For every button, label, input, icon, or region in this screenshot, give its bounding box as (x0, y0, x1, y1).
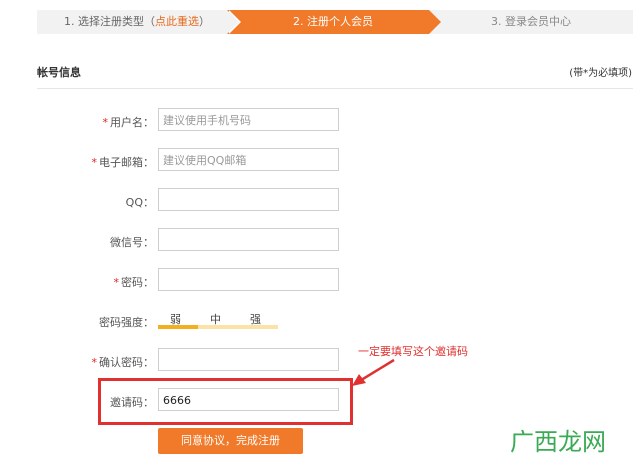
wechat-input[interactable] (158, 228, 339, 251)
password-strength-meter: 弱 中 强 (158, 311, 278, 329)
username-label: * 用户名： (36, 114, 155, 130)
wechat-label: 微信号： (110, 236, 154, 249)
username-input[interactable]: 建议使用手机号码 (158, 108, 339, 131)
agree-and-register-button[interactable]: 同意协议，完成注册 (158, 428, 303, 454)
strength-label: 密码强度： (99, 316, 154, 329)
confirm-password-label: * 确认密码： (36, 354, 155, 370)
section-divider (37, 88, 633, 89)
step-3: 3. 登录会员中心 (429, 10, 633, 34)
required-star: * (91, 356, 98, 369)
email-input[interactable]: 建议使用QQ邮箱 (158, 148, 339, 171)
annotation-arrow-icon (352, 358, 395, 386)
qq-label: QQ： (125, 196, 154, 209)
required-star: * (113, 276, 120, 289)
password-input[interactable] (158, 268, 339, 291)
email-label: * 电子邮箱： (36, 154, 155, 170)
section-title: 帐号信息 (37, 66, 81, 79)
username-label-text: 用户名： (110, 116, 154, 129)
invite-code-highlight (98, 378, 353, 425)
required-star: * (102, 116, 109, 129)
strength-bar-medium (198, 325, 238, 329)
qq-input[interactable] (158, 188, 339, 211)
confirm-password-input[interactable] (158, 348, 339, 371)
watermark: 广西龙网 (510, 428, 606, 456)
email-label-text: 电子邮箱： (99, 156, 154, 169)
password-label-text: 密码： (121, 276, 154, 289)
strength-bar-strong (238, 325, 278, 329)
step-1-suffix: ） (199, 15, 210, 28)
step-1: 1. 选择注册类型（点此重选） (37, 10, 237, 34)
step-arrow-1 (227, 10, 239, 34)
registration-steps: 1. 选择注册类型（点此重选） 2. 注册个人会员 3. 登录会员中心 (37, 10, 633, 34)
confirm-password-label-text: 确认密码： (99, 356, 154, 369)
strength-bar-weak (158, 325, 198, 329)
username-placeholder: 建议使用手机号码 (163, 114, 251, 127)
step-2-active: 2. 注册个人会员 (227, 10, 439, 34)
password-label: * 密码： (36, 274, 155, 290)
required-note: (带*为必填项) (569, 68, 632, 79)
reselect-link[interactable]: 点此重选 (155, 15, 199, 28)
required-star: * (91, 156, 98, 169)
step-1-text: 1. 选择注册类型（ (64, 15, 155, 28)
email-placeholder: 建议使用QQ邮箱 (163, 154, 247, 167)
step-arrow-2 (429, 10, 441, 34)
